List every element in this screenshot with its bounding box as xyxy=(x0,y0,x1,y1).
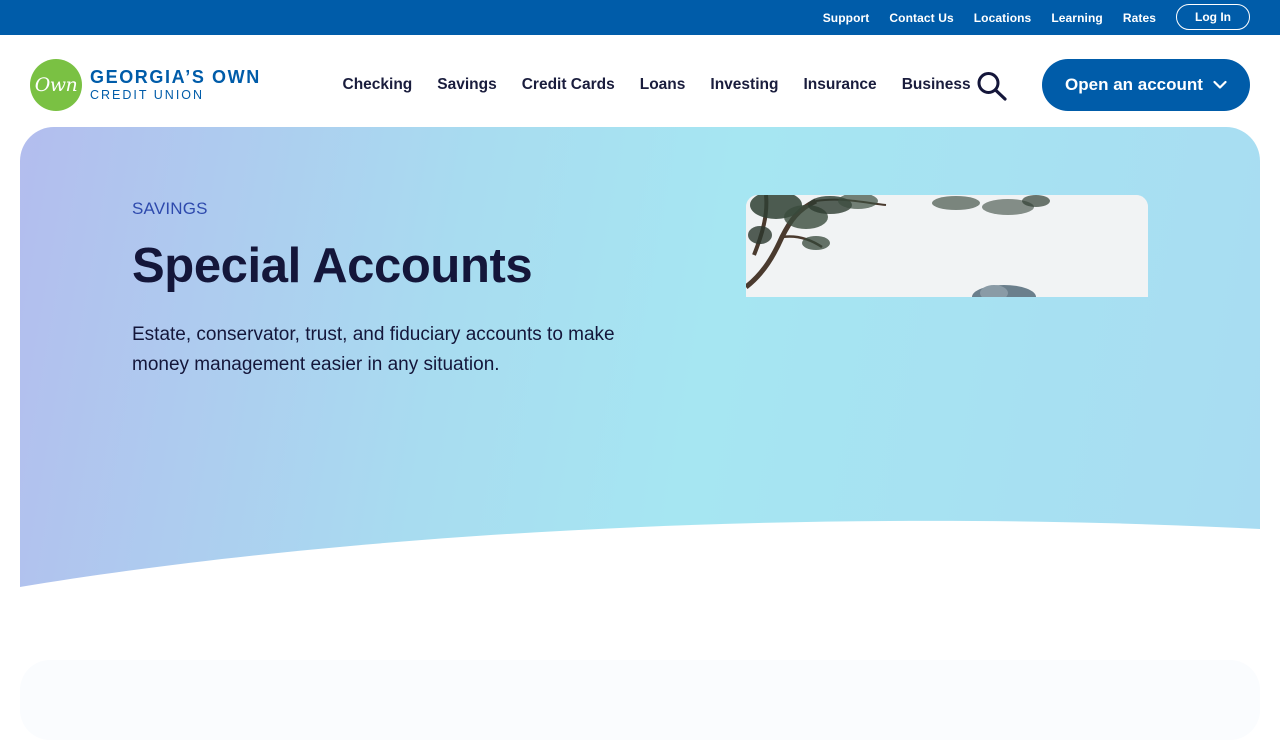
login-button[interactable]: Log In xyxy=(1176,4,1250,30)
main-nav: Checking Savings Credit Cards Loans Inve… xyxy=(330,35,983,135)
logo-name-line1: GEORGIA’S OWN xyxy=(90,67,261,88)
nav-item-business[interactable]: Business xyxy=(889,76,983,94)
logo-mark: Own xyxy=(30,59,82,111)
utility-link-locations[interactable]: Locations xyxy=(974,11,1032,25)
hero-wave-divider xyxy=(20,520,1260,587)
search-button[interactable] xyxy=(976,71,1008,101)
nav-item-insurance[interactable]: Insurance xyxy=(791,76,889,94)
site-logo[interactable]: Own GEORGIA’S OWN CREDIT UNION xyxy=(30,59,275,111)
nav-item-checking[interactable]: Checking xyxy=(330,76,425,94)
main-header: Own GEORGIA’S OWN CREDIT UNION Checking … xyxy=(0,35,1280,127)
nav-item-credit-cards[interactable]: Credit Cards xyxy=(509,76,627,94)
search-icon xyxy=(977,72,1007,101)
utility-bar: Support Contact Us Locations Learning Ra… xyxy=(0,0,1280,35)
next-section-card xyxy=(20,660,1260,740)
hero-image xyxy=(746,195,1148,297)
utility-link-support[interactable]: Support xyxy=(823,11,870,25)
utility-nav: Support Contact Us Locations Learning Ra… xyxy=(823,0,1156,35)
utility-link-contact-us[interactable]: Contact Us xyxy=(889,11,953,25)
page-title: Special Accounts xyxy=(132,239,533,293)
chevron-down-icon xyxy=(1213,80,1227,89)
nav-item-savings[interactable]: Savings xyxy=(425,76,509,94)
logo-name-line2: CREDIT UNION xyxy=(90,88,205,103)
open-account-label: Open an account xyxy=(1065,75,1203,94)
nav-item-investing[interactable]: Investing xyxy=(698,76,791,94)
open-account-button[interactable]: Open an account xyxy=(1042,59,1250,111)
utility-link-rates[interactable]: Rates xyxy=(1123,11,1156,25)
utility-link-learning[interactable]: Learning xyxy=(1051,11,1102,25)
hero-photo xyxy=(746,195,1148,297)
hero-eyebrow: SAVINGS xyxy=(132,199,208,218)
logo-wordmark: GEORGIA’S OWN CREDIT UNION xyxy=(90,68,261,102)
nav-item-loans[interactable]: Loans xyxy=(627,76,698,94)
hero-description: Estate, conservator, trust, and fiduciar… xyxy=(132,324,615,375)
